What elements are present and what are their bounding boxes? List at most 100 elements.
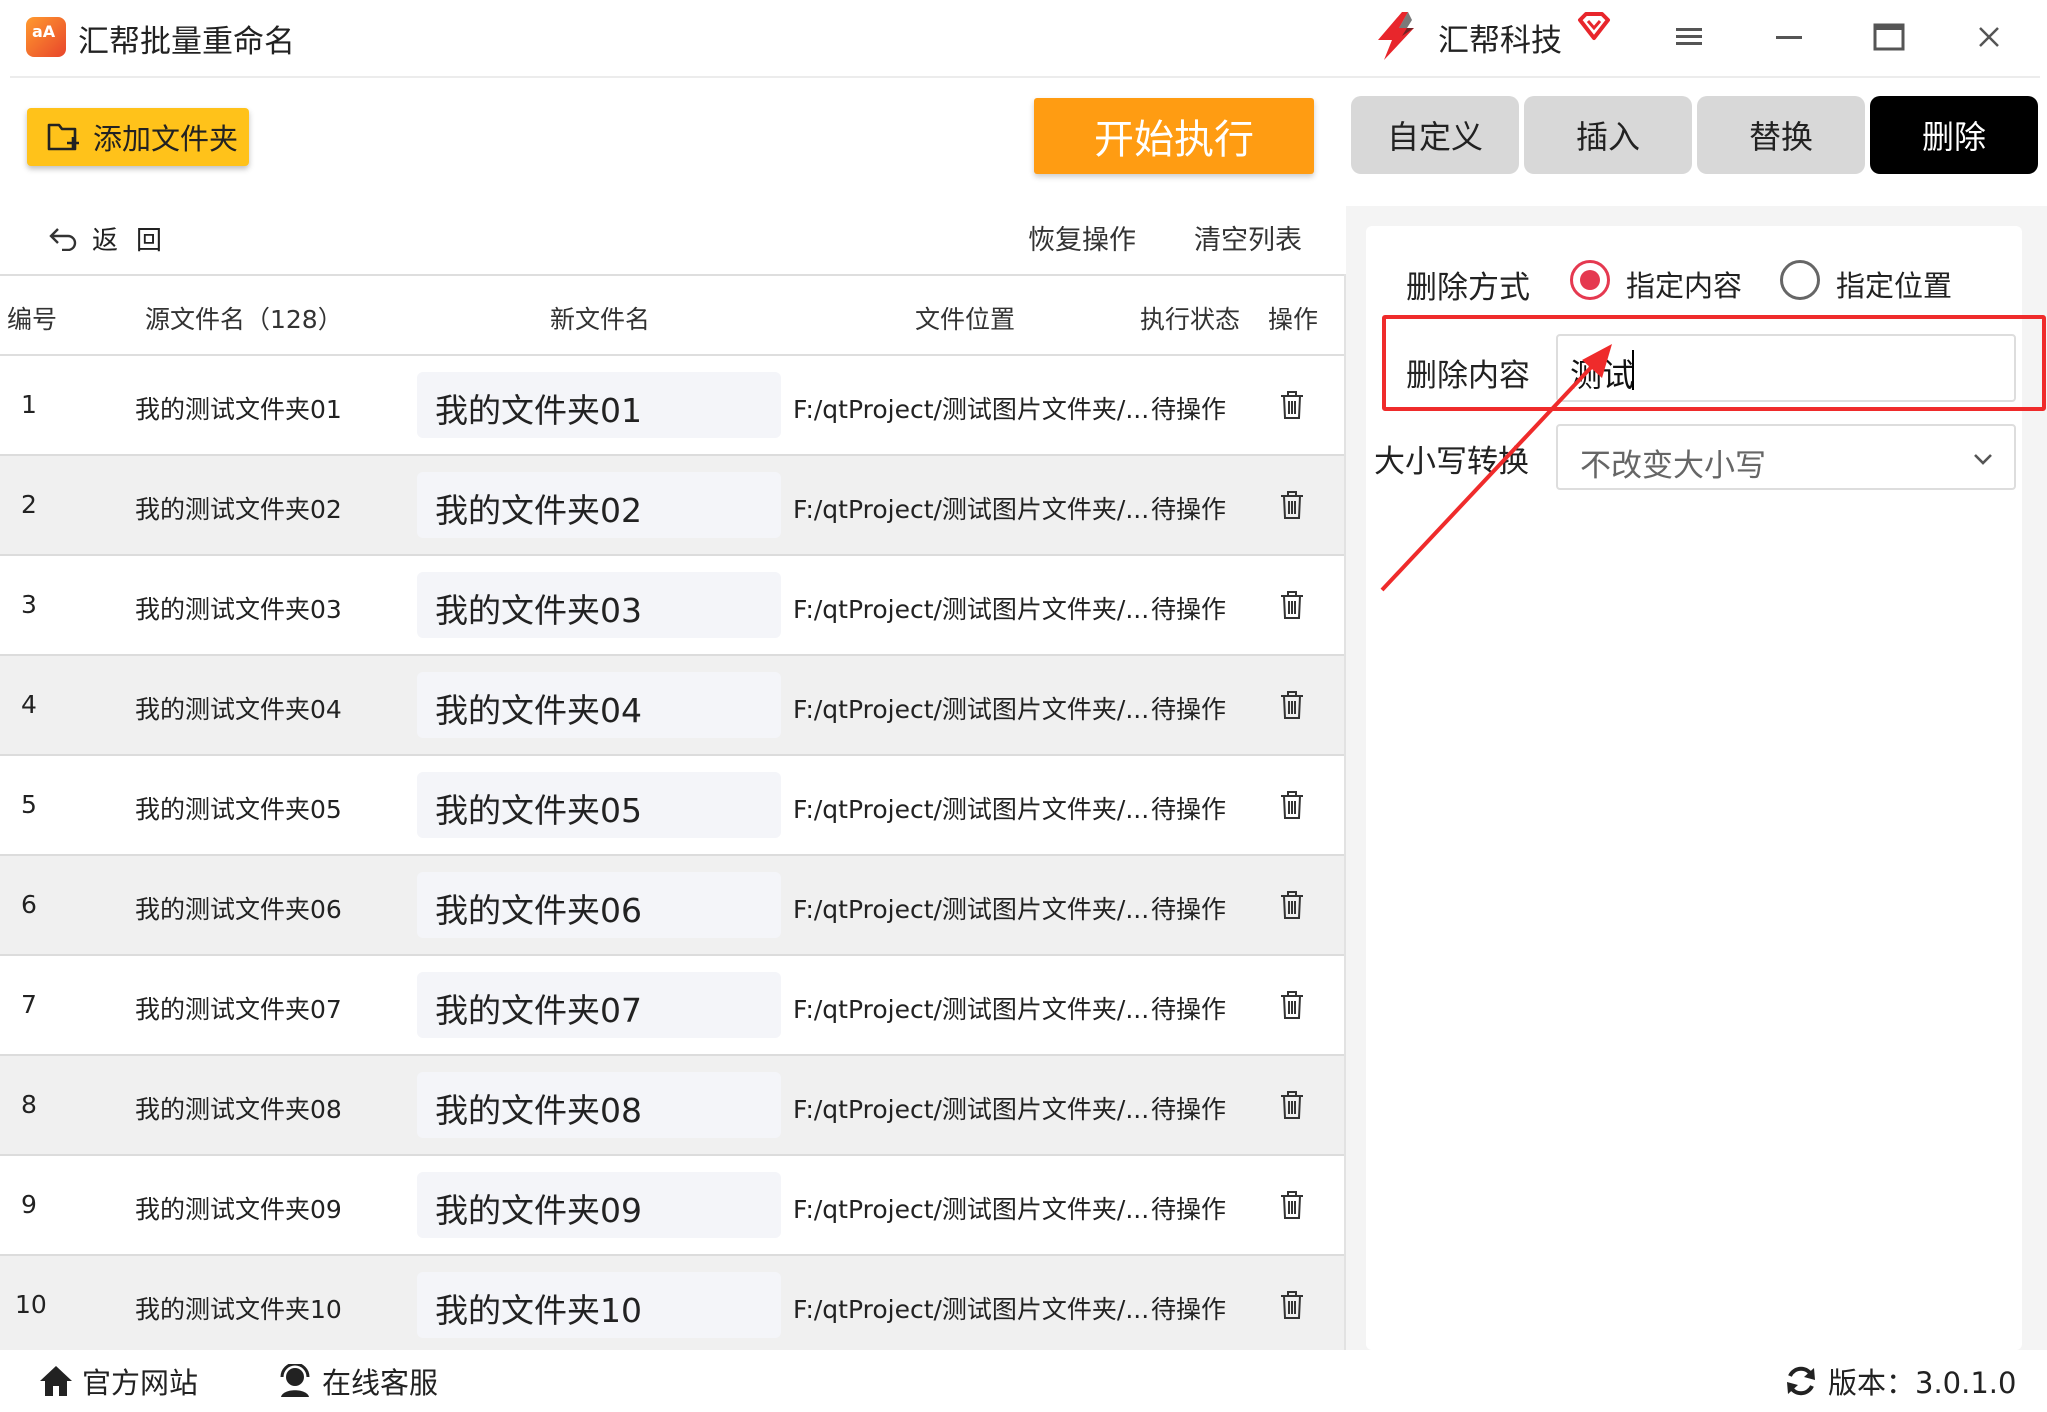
maximize-icon[interactable] <box>1864 14 1914 60</box>
tab-insert-label: 插入 <box>1575 118 1640 156</box>
status-text: 待操作 <box>1151 395 1227 424</box>
tab-delete[interactable]: 删除 <box>1870 96 2038 174</box>
trash-icon[interactable] <box>1278 589 1306 621</box>
source-filename: 我的测试文件夹05 <box>135 795 342 824</box>
new-filename-field[interactable]: 我的文件夹07 <box>417 972 781 1038</box>
trash-icon[interactable] <box>1278 489 1306 521</box>
new-filename-field[interactable]: 我的文件夹01 <box>417 372 781 438</box>
trash-icon[interactable] <box>1278 789 1306 821</box>
official-site-link[interactable]: 官方网站 <box>38 1360 198 1402</box>
start-button[interactable]: 开始执行 <box>1034 98 1314 174</box>
radio-specified-content-label[interactable]: 指定内容 <box>1626 263 1742 305</box>
home-icon <box>40 1366 72 1396</box>
file-location: F:/qtProject/测试图片文件夹/... <box>793 895 1150 924</box>
back-label: 返回 <box>92 225 181 256</box>
column-header-source-name[interactable]: 源文件名（128） <box>145 300 343 336</box>
official-site-label: 官方网站 <box>82 1366 199 1400</box>
minimize-icon[interactable] <box>1764 14 1814 60</box>
brand-logo-icon <box>1378 12 1414 60</box>
new-filename-field[interactable]: 我的文件夹02 <box>417 472 781 538</box>
new-filename: 我的文件夹03 <box>435 591 642 630</box>
app-title: 汇帮批量重命名 <box>78 24 295 60</box>
status-text: 待操作 <box>1151 795 1227 824</box>
vip-diamond-icon[interactable] <box>1576 12 1612 52</box>
add-folder-button[interactable]: 添加文件夹 <box>27 108 249 166</box>
online-support-link[interactable]: 在线客服 <box>278 1360 438 1402</box>
trash-icon[interactable] <box>1278 1289 1306 1321</box>
trash-icon[interactable] <box>1278 989 1306 1021</box>
trash-icon[interactable] <box>1278 689 1306 721</box>
tab-insert[interactable]: 插入 <box>1524 96 1692 174</box>
table-row[interactable]: 10 我的测试文件夹10 我的文件夹10 F:/qtProject/测试图片文件… <box>0 1256 1346 1354</box>
trash-icon[interactable] <box>1278 389 1306 421</box>
chevron-down-icon <box>1974 454 1992 465</box>
new-filename-field[interactable]: 我的文件夹04 <box>417 672 781 738</box>
source-filename: 我的测试文件夹10 <box>135 1295 342 1324</box>
status-text: 待操作 <box>1151 995 1227 1024</box>
table-row[interactable]: 3 我的测试文件夹03 我的文件夹03 F:/qtProject/测试图片文件夹… <box>0 556 1346 656</box>
new-filename-field[interactable]: 我的文件夹05 <box>417 772 781 838</box>
new-filename-field[interactable]: 我的文件夹10 <box>417 1272 781 1338</box>
trash-icon[interactable] <box>1278 1189 1306 1221</box>
clear-list-button[interactable]: 清空列表 <box>1194 218 1302 257</box>
radio-specified-content[interactable] <box>1570 260 1610 300</box>
source-filename: 我的测试文件夹04 <box>135 695 342 724</box>
table-row[interactable]: 4 我的测试文件夹04 我的文件夹04 F:/qtProject/测试图片文件夹… <box>0 656 1346 756</box>
source-filename: 我的测试文件夹01 <box>135 395 342 424</box>
tab-custom[interactable]: 自定义 <box>1351 96 1519 174</box>
tab-custom-label: 自定义 <box>1386 118 1483 156</box>
table-row[interactable]: 2 我的测试文件夹02 我的文件夹02 F:/qtProject/测试图片文件夹… <box>0 456 1346 556</box>
new-filename-field[interactable]: 我的文件夹08 <box>417 1072 781 1138</box>
new-filename: 我的文件夹01 <box>435 391 642 430</box>
source-filename: 我的测试文件夹09 <box>135 1195 342 1224</box>
table-row[interactable]: 5 我的测试文件夹05 我的文件夹05 F:/qtProject/测试图片文件夹… <box>0 756 1346 856</box>
status-text: 待操作 <box>1151 595 1227 624</box>
refresh-icon <box>1787 1366 1815 1396</box>
file-location: F:/qtProject/测试图片文件夹/... <box>793 1295 1150 1324</box>
table-row[interactable]: 6 我的测试文件夹06 我的文件夹06 F:/qtProject/测试图片文件夹… <box>0 856 1346 956</box>
annotation-arrow-icon <box>1380 344 1612 592</box>
file-location: F:/qtProject/测试图片文件夹/... <box>793 995 1150 1024</box>
restore-button[interactable]: 恢复操作 <box>1028 218 1136 257</box>
row-number: 5 <box>21 790 37 819</box>
version-info[interactable]: 版本：3.0.1.0 <box>1784 1360 2016 1402</box>
radio-specified-position-label[interactable]: 指定位置 <box>1836 263 1952 305</box>
table-row[interactable]: 9 我的测试文件夹09 我的文件夹09 F:/qtProject/测试图片文件夹… <box>0 1156 1346 1256</box>
new-filename-field[interactable]: 我的文件夹09 <box>417 1172 781 1238</box>
table-row[interactable]: 8 我的测试文件夹08 我的文件夹08 F:/qtProject/测试图片文件夹… <box>0 1056 1346 1156</box>
radio-specified-position[interactable] <box>1780 260 1820 300</box>
tab-replace[interactable]: 替换 <box>1697 96 1865 174</box>
status-text: 待操作 <box>1151 1295 1227 1324</box>
table-row[interactable]: 1 我的测试文件夹01 我的文件夹01 F:/qtProject/测试图片文件夹… <box>0 356 1346 456</box>
row-number: 6 <box>21 890 37 919</box>
new-filename: 我的文件夹04 <box>435 691 642 730</box>
new-filename-field[interactable]: 我的文件夹03 <box>417 572 781 638</box>
column-header-new-name: 新文件名 <box>550 305 651 334</box>
tab-replace-label: 替换 <box>1748 118 1813 156</box>
status-text: 待操作 <box>1151 895 1227 924</box>
status-text: 待操作 <box>1151 695 1227 724</box>
status-text: 待操作 <box>1151 495 1227 524</box>
status-text: 待操作 <box>1151 1195 1227 1224</box>
file-location: F:/qtProject/测试图片文件夹/... <box>793 595 1150 624</box>
version-label: 版本：3.0.1.0 <box>1828 1366 2017 1400</box>
back-arrow-icon <box>49 228 77 251</box>
add-folder-icon <box>47 123 79 151</box>
file-location: F:/qtProject/测试图片文件夹/... <box>793 495 1150 524</box>
close-icon[interactable] <box>1964 14 2014 60</box>
new-filename-field[interactable]: 我的文件夹06 <box>417 872 781 938</box>
back-button[interactable]: 返回 <box>48 218 180 258</box>
title-bar <box>0 0 2047 76</box>
file-location: F:/qtProject/测试图片文件夹/... <box>793 695 1150 724</box>
add-folder-label: 添加文件夹 <box>93 122 239 156</box>
row-number: 1 <box>21 390 37 419</box>
new-filename: 我的文件夹10 <box>435 1291 642 1330</box>
source-filename: 我的测试文件夹02 <box>135 495 342 524</box>
table-row[interactable]: 7 我的测试文件夹07 我的文件夹07 F:/qtProject/测试图片文件夹… <box>0 956 1346 1056</box>
support-icon <box>280 1364 310 1397</box>
menu-icon[interactable] <box>1664 14 1714 60</box>
trash-icon[interactable] <box>1278 889 1306 921</box>
trash-icon[interactable] <box>1278 1089 1306 1121</box>
row-number: 3 <box>21 590 37 619</box>
online-support-label: 在线客服 <box>322 1366 439 1400</box>
